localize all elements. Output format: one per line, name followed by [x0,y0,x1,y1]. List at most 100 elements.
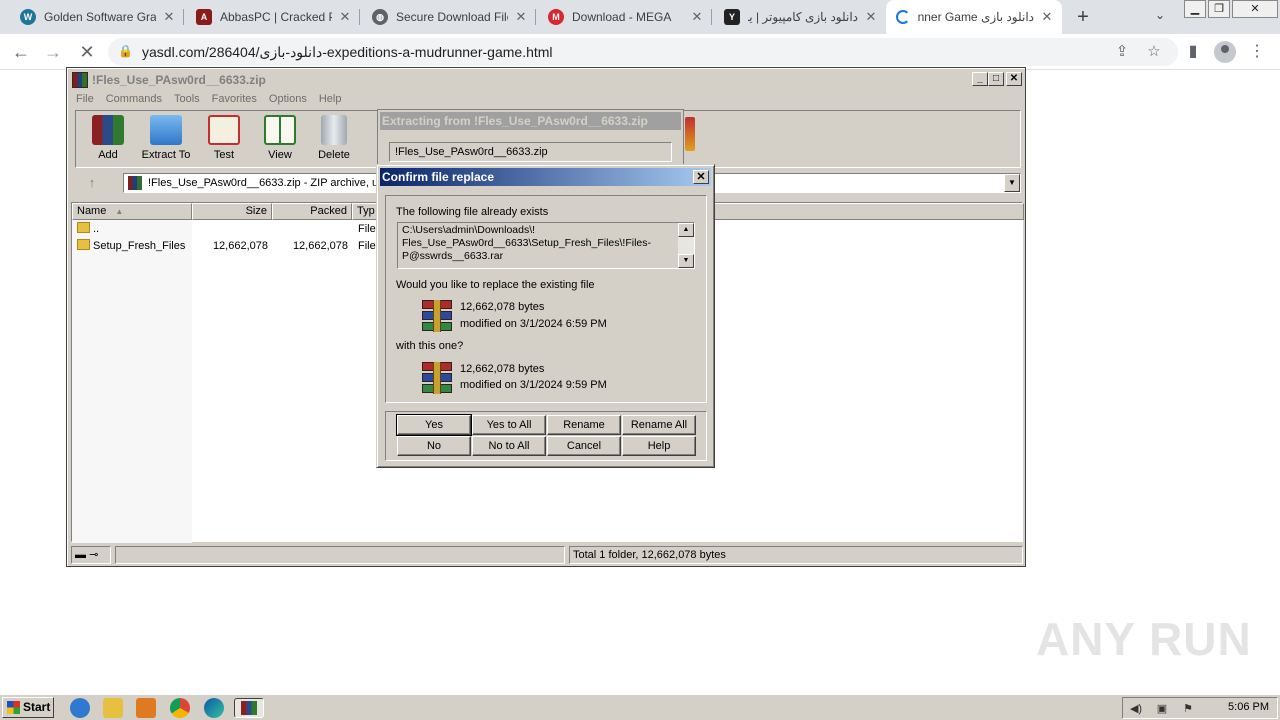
column-header-packed[interactable]: Packed [272,203,352,220]
column-label: Name [77,205,107,217]
minimize-button[interactable]: _ [972,72,988,86]
dropdown-arrow-icon[interactable]: ▼ [1004,174,1020,192]
flag-icon[interactable]: ⚑ [1181,702,1195,716]
column-label: Packed [310,205,347,217]
minimize-window-button[interactable]: ▁ [1184,0,1206,18]
folder-icon [77,239,90,250]
close-icon[interactable]: ✕ [1040,9,1054,25]
url-text[interactable]: yasdl.com/286404/دانلود-بازی-expeditions… [142,44,553,61]
menu-dots-icon[interactable]: ⋮ [1246,41,1268,63]
up-arrow-icon[interactable]: ↑ [77,173,107,193]
close-icon[interactable]: ✕ [864,9,878,25]
progress-file: !Fles_Use_PAsw0rd__6633.zip [389,142,672,162]
menu-options[interactable]: Options [263,93,313,105]
network-icon[interactable]: ▣ [1155,702,1169,716]
drive-icon: ▬ [75,549,86,561]
star-icon[interactable]: ☆ [1144,42,1164,62]
trash-icon [321,115,347,145]
drive-icons[interactable]: ▬ ⊸ [71,546,111,564]
lock-icon[interactable]: 🔒 [118,44,134,60]
system-tray: ◀) ▣ ⚑ 5:06 PM [1122,697,1278,719]
cancel-button[interactable]: Cancel [547,436,621,456]
profile-avatar[interactable] [1214,41,1236,63]
sort-arrow-icon: ▲ [115,207,124,216]
rename-button[interactable]: Rename [547,415,621,435]
close-icon[interactable]: ✕ [338,9,352,25]
extract-to-button[interactable]: Extract To [134,115,198,165]
replace-question: Would you like to replace the existing f… [396,279,595,291]
restore-window-button[interactable]: ❐ [1208,0,1230,18]
file-size: 12,662,078 [212,240,268,252]
tab-active-mudrunner[interactable]: دانلود بازی unner Game ✕ [886,0,1062,34]
loading-icon [896,10,910,24]
share-icon[interactable]: ⇪ [1112,42,1132,62]
edge-icon[interactable] [204,698,224,718]
scroll-up-icon[interactable]: ▲ [678,223,694,237]
help-button[interactable]: Help [622,436,696,456]
incoming-modified: modified on 3/1/2024 9:59 PM [460,379,607,391]
close-window-button[interactable]: ✕ [1232,0,1278,18]
yes-button[interactable]: Yes [396,414,472,436]
start-button[interactable]: Start [2,697,54,718]
menu-favorites[interactable]: Favorites [206,93,263,105]
yes-to-all-button[interactable]: Yes to All [472,415,546,435]
test-button[interactable]: Test [192,115,256,165]
address-bar[interactable]: 🔒 yasdl.com/286404/دانلود-بازی-expeditio… [108,38,1178,66]
chrome-icon[interactable] [170,698,190,718]
no-button[interactable]: No [397,436,471,456]
add-button[interactable]: Add [76,115,140,165]
winrar-taskbar-button[interactable] [234,698,264,718]
tab-secure-download[interactable]: ◍ Secure Download File ✕ [362,0,536,34]
tab-search-chevron-icon[interactable]: ⌄ [1152,8,1168,24]
key-icon: ⊸ [89,549,99,561]
archive-icon [128,176,142,190]
clock: 5:06 PM [1228,701,1269,713]
test-clipboard-icon [208,115,240,145]
winrar-title-bar[interactable]: !Fles_Use_PAsw0rd__6633.zip _ □ ✕ [70,71,1022,89]
menu-commands[interactable]: Commands [100,93,168,105]
rename-all-button[interactable]: Rename All [622,415,696,435]
media-player-icon[interactable] [136,698,156,718]
incoming-size: 12,662,078 bytes [460,363,545,375]
dialog-title-bar[interactable]: Confirm file replace ✕ [380,168,711,186]
tab-yasdl[interactable]: Y دانلود بازی کامپیوتر | یاس ✕ [714,0,886,34]
no-to-all-button[interactable]: No to All [472,436,546,456]
file-type: File [358,240,376,252]
menu-tools[interactable]: Tools [168,93,206,105]
close-icon[interactable]: ✕ [514,9,528,25]
tab-mega[interactable]: M Download - MEGA ✕ [538,0,712,34]
dialog-close-button[interactable]: ✕ [693,170,709,184]
path-scrollbar[interactable]: ▲ ▼ [678,223,694,268]
existing-modified: modified on 3/1/2024 6:59 PM [460,318,607,330]
tab-title: AbbasPC | Cracked PC [220,10,332,24]
toolbar-label: Test [213,149,235,161]
tab-title: دانلود بازی کامپیوتر | یاس [748,10,858,24]
close-icon[interactable]: ✕ [162,9,176,25]
column-header-size[interactable]: Size [192,203,272,220]
close-icon[interactable]: ✕ [690,9,704,25]
close-button[interactable]: ✕ [1006,72,1022,86]
back-arrow-icon[interactable]: ← [10,41,32,63]
menu-file[interactable]: File [70,93,100,105]
column-header-name[interactable]: Name ▲ [72,203,192,220]
scroll-down-icon[interactable]: ▼ [678,254,694,268]
volume-icon[interactable]: ◀) [1129,702,1143,716]
forward-arrow-icon[interactable]: → [42,41,64,63]
stop-loading-icon[interactable]: ✕ [76,41,98,63]
side-panel-icon[interactable]: ▮ [1182,41,1204,63]
existing-size: 12,662,078 bytes [460,301,545,313]
existing-path-box[interactable]: C:\Users\admin\Downloads\! Fles_Use_PAsw… [397,222,695,269]
status-total: Total 1 folder, 12,662,078 bytes [569,546,1023,564]
winrar-books-icon [685,117,695,151]
new-tab-button[interactable]: + [1072,6,1094,28]
menu-help[interactable]: Help [313,93,348,105]
ie-icon[interactable] [70,698,90,718]
delete-button[interactable]: Delete [302,115,366,165]
column-label: Size [245,205,267,217]
tab-abbaspc[interactable]: A AbbasPC | Cracked PC ✕ [186,0,360,34]
mega-icon: M [548,9,564,25]
explorer-folder-icon[interactable] [103,698,123,718]
tab-golden-software[interactable]: W Golden Software Graph ✕ [10,0,184,34]
maximize-button[interactable]: □ [988,72,1004,86]
path-line: P@sswrds__6633.rar [402,250,504,262]
